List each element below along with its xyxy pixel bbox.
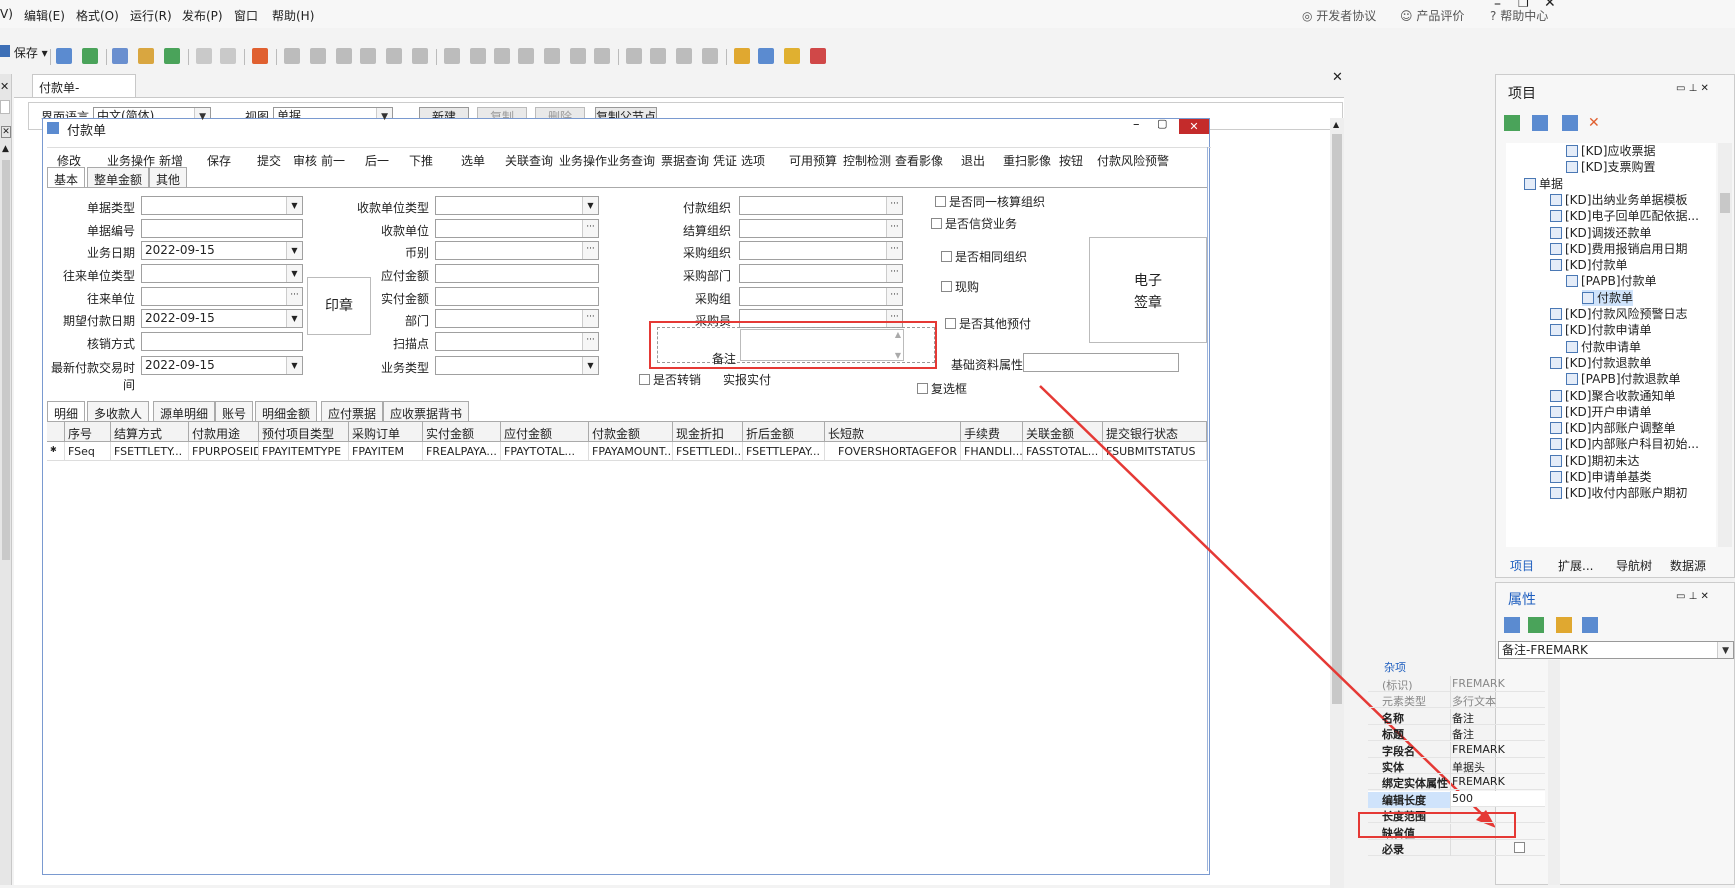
tab-datasource[interactable]: 数据源 — [1670, 557, 1706, 574]
tree-node[interactable]: [KD]付款申请单 — [1550, 322, 1651, 338]
project-panel-title: 项目 — [1508, 86, 1536, 102]
property-row[interactable]: 字段名 FREMARK — [1368, 741, 1545, 758]
tree-node[interactable]: 付款申请单 — [1566, 339, 1641, 355]
sort-az-icon[interactable] — [1528, 617, 1544, 633]
tree-node[interactable]: [KD]付款单 — [1550, 257, 1627, 273]
tree-node[interactable]: [KD]聚合收款通知单 — [1550, 388, 1675, 404]
tree-node[interactable]: [KD]付款风险预警日志 — [1550, 306, 1687, 322]
property-row[interactable]: 元素类型 多行文本 — [1368, 692, 1545, 709]
tab-extension[interactable]: 扩展... — [1558, 557, 1593, 574]
property-row[interactable]: 绑定实体属性 FREMARK — [1368, 774, 1545, 791]
property-row[interactable]: (标识) FREMARK — [1368, 676, 1545, 692]
tree-node[interactable]: [PAPB]付款退款单 — [1566, 371, 1681, 387]
property-grid-scrollbar[interactable] — [1548, 660, 1560, 885]
project-panel: 项目 ▭ ⊥ ✕ ✕ [KD]应收票据 [KD]支票购置 单据 [KD]出纳业务单据模… — [1495, 74, 1735, 578]
tree-node[interactable]: [KD]收付内部账户期初 — [1550, 485, 1687, 501]
tree-node[interactable]: [KD]电子回单匹配依据... — [1550, 208, 1699, 224]
tree-node[interactable]: [KD]开户申请单 — [1550, 404, 1651, 420]
project-tree: [KD]应收票据 [KD]支票购置 单据 [KD]出纳业务单据模板 [KD]电子回单匹配… — [1506, 143, 1716, 547]
delete-node-icon[interactable]: ✕ — [1588, 115, 1604, 131]
project-tree-scrollbar[interactable] — [1718, 143, 1732, 547]
tree-node[interactable]: [KD]内部账户调整单 — [1550, 420, 1675, 436]
required-checkbox[interactable] — [1514, 842, 1525, 853]
tree-node[interactable]: [KD]出纳业务单据模板 — [1550, 192, 1687, 208]
panel-dock-icon[interactable]: ▭ ⊥ ✕ — [1676, 83, 1709, 94]
tab-project[interactable]: 项目 — [1510, 557, 1534, 574]
property-row[interactable]: 必录 — [1368, 840, 1545, 856]
events-icon[interactable] — [1582, 617, 1598, 633]
tree-node[interactable]: [PAPB]付款单 — [1566, 273, 1657, 289]
tab-nav-tree[interactable]: 导航树 — [1616, 557, 1652, 574]
copy-icon[interactable] — [1532, 115, 1548, 131]
tree-node[interactable]: [KD]期初未达 — [1550, 453, 1639, 469]
property-pages-icon[interactable] — [1556, 617, 1572, 633]
tree-node[interactable]: [KD]费用报销启用日期 — [1550, 241, 1687, 257]
properties-panel-title: 属性 — [1508, 592, 1536, 608]
props-dock-icon[interactable]: ▭ ⊥ ✕ — [1676, 591, 1709, 602]
tree-node[interactable]: 单据 — [1524, 176, 1563, 192]
property-row[interactable]: 标题 备注 — [1368, 725, 1545, 742]
property-row[interactable]: 名称 备注 — [1368, 708, 1545, 725]
property-row[interactable]: 实体 单据头 — [1368, 758, 1545, 774]
tree-node[interactable]: [KD]申请单基类 — [1550, 469, 1651, 485]
tree-node[interactable]: [KD]付款退款单 — [1550, 355, 1651, 371]
refresh-icon[interactable] — [1504, 115, 1520, 131]
property-row[interactable]: 编辑长度 500 — [1368, 790, 1545, 808]
edit-length-highlight-box — [1358, 812, 1516, 838]
categorized-icon[interactable] — [1504, 617, 1520, 633]
tree-node[interactable]: [KD]支票购置 — [1566, 159, 1655, 175]
object-selector[interactable]: 备注-FREMARK ▼ — [1498, 641, 1734, 659]
tree-node[interactable]: [KD]应收票据 — [1566, 143, 1655, 159]
paste-icon[interactable] — [1562, 115, 1578, 131]
category-misc: 杂项 — [1384, 661, 1406, 674]
tree-node[interactable]: [KD]内部账户科目初始... — [1550, 436, 1699, 452]
tree-node[interactable]: [KD]调拨还款单 — [1550, 225, 1651, 241]
tree-node[interactable]: 付款单 — [1582, 289, 1634, 306]
